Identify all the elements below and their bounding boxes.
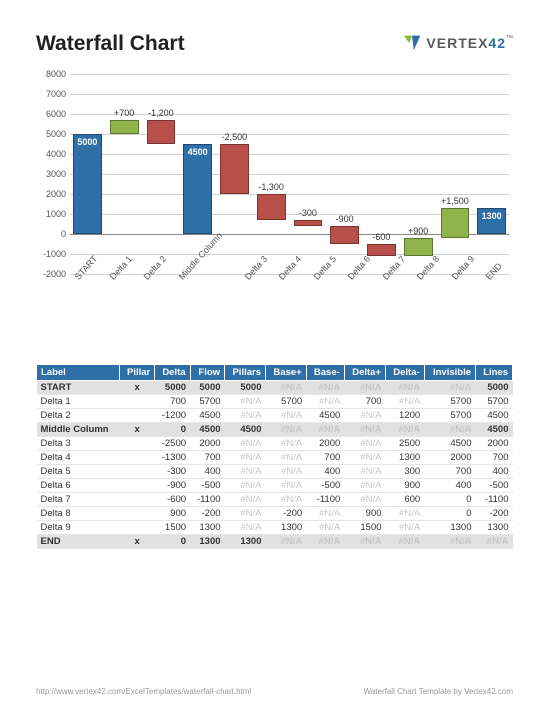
bar-column: 5000 <box>70 74 105 274</box>
bar-column: -2,500 <box>217 74 252 274</box>
bar-data-label: -1,300 <box>254 182 289 192</box>
brand-tm: ™ <box>506 35 513 42</box>
table-row: Delta 4-1300700#N/A#N/A700#N/A1300200070… <box>37 451 513 465</box>
y-tick-label: 8000 <box>36 69 66 79</box>
table-header: Delta+ <box>344 365 385 381</box>
table-row: Delta 2-12004500#N/A#N/A4500#N/A12005700… <box>37 409 513 423</box>
bar-data-label: -1,200 <box>144 108 179 118</box>
table-header: Base+ <box>266 365 307 381</box>
table-header: Invisible <box>424 365 475 381</box>
table-header: Delta- <box>386 365 425 381</box>
bar-column: +900 <box>401 74 436 274</box>
data-table: LabelPillarDeltaFlowPillarsBase+Base-Del… <box>36 364 513 549</box>
y-tick-label: 3000 <box>36 169 66 179</box>
table-row: Delta 6-900-500#N/A#N/A-500#N/A900400-50… <box>37 479 513 493</box>
table-row: Middle Columnx045004500#N/A#N/A#N/A#N/A#… <box>37 423 513 437</box>
bar-data-label: 5000 <box>70 137 105 147</box>
brand-suffix: 42 <box>488 35 506 51</box>
bar-data-label: -300 <box>291 208 326 218</box>
y-tick-label: 4000 <box>36 149 66 159</box>
table-header: Delta <box>155 365 190 381</box>
bar-column: +1,500 <box>438 74 473 274</box>
y-tick-label: 6000 <box>36 109 66 119</box>
bar-column: -600 <box>364 74 399 274</box>
table-header: Lines <box>476 365 513 381</box>
table-row: STARTx500050005000#N/A#N/A#N/A#N/A#N/A50… <box>37 381 513 395</box>
brand-logo: VERTEX42™ <box>401 32 513 54</box>
table-header: Flow <box>190 365 224 381</box>
table-row: Delta 7-600-1100#N/A#N/A-1100#N/A6000-11… <box>37 493 513 507</box>
brand-text: VERTEX <box>426 35 488 51</box>
page-title: Waterfall Chart <box>36 32 185 56</box>
bar-data-label: -2,500 <box>217 132 252 142</box>
y-tick-label: 1000 <box>36 209 66 219</box>
bar-data-label: -900 <box>327 214 362 224</box>
bar-column: -1,300 <box>254 74 289 274</box>
table-header: Pillar <box>120 365 155 381</box>
table-row: Delta 915001300#N/A1300#N/A1500#N/A13001… <box>37 521 513 535</box>
table-row: Delta 3-25002000#N/A#N/A2000#N/A25004500… <box>37 437 513 451</box>
bar-data-label: 1300 <box>474 211 509 221</box>
table-row: Delta 5-300400#N/A#N/A400#N/A300700400 <box>37 465 513 479</box>
footer-link[interactable]: http://www.vertex42.com/ExcelTemplates/w… <box>36 687 251 696</box>
y-tick-label: 5000 <box>36 129 66 139</box>
y-tick-label: 7000 <box>36 89 66 99</box>
table-header: Pillars <box>225 365 266 381</box>
bar-column: +700 <box>107 74 142 274</box>
bar-column: -300 <box>291 74 326 274</box>
bar-column: 1300 <box>474 74 509 274</box>
waterfall-chart: -2000-1000010002000300040005000600070008… <box>36 74 513 334</box>
bar-data-label: +700 <box>107 108 142 118</box>
table-header: Label <box>37 365 120 381</box>
table-header: Base- <box>306 365 344 381</box>
bar-data-label: -600 <box>364 232 399 242</box>
table-row: Delta 8900-200#N/A-200#N/A900#N/A0-200 <box>37 507 513 521</box>
bar-column: -1,200 <box>144 74 179 274</box>
bar-data-label: 4500 <box>180 147 215 157</box>
table-row: Delta 17005700#N/A5700#N/A700#N/A5700570… <box>37 395 513 409</box>
footer-credit: Waterfall Chart Template by Vertex42.com <box>364 687 513 696</box>
y-tick-label: -2000 <box>36 269 66 279</box>
bar-column: -900 <box>327 74 362 274</box>
y-tick-label: -1000 <box>36 249 66 259</box>
y-tick-label: 2000 <box>36 189 66 199</box>
y-tick-label: 0 <box>36 229 66 239</box>
bar-data-label: +1,500 <box>438 196 473 206</box>
table-row: ENDx013001300#N/A#N/A#N/A#N/A#N/A#N/A <box>37 535 513 549</box>
bar-data-label: +900 <box>401 226 436 236</box>
logo-icon <box>401 32 423 54</box>
